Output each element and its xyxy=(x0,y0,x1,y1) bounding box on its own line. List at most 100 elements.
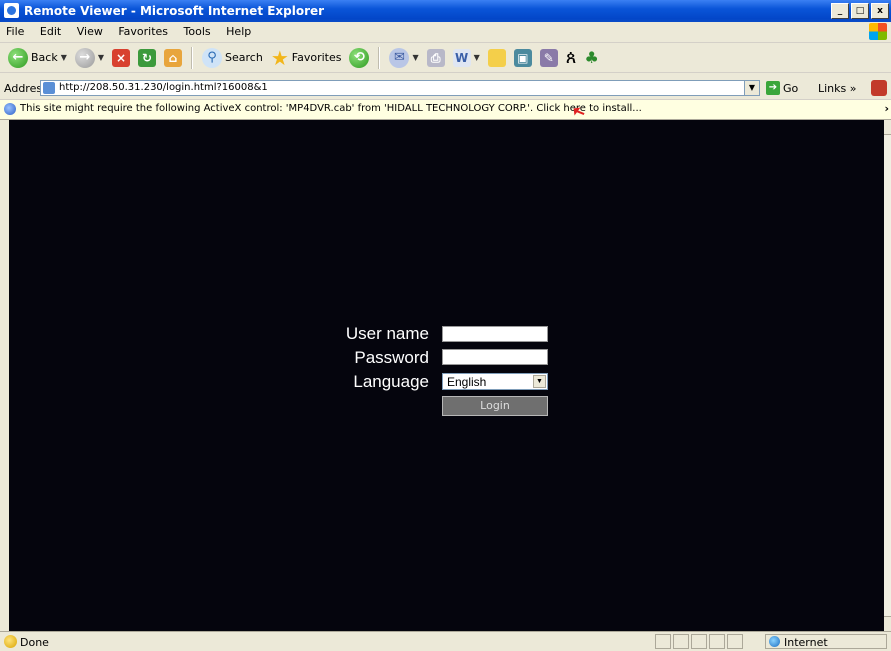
history-button[interactable]: ⟲ xyxy=(347,46,371,70)
menu-edit[interactable]: Edit xyxy=(34,22,67,38)
title-bar: Remote Viewer - Microsoft Internet Explo… xyxy=(0,0,891,22)
minimize-button[interactable]: _ xyxy=(831,3,849,19)
favorites-button[interactable]: ★ Favorites xyxy=(269,46,344,70)
forward-dropdown-icon[interactable]: ▼ xyxy=(98,53,104,62)
toolbar-extension-icon[interactable] xyxy=(871,80,887,96)
print-button[interactable]: ⎙ xyxy=(425,46,447,70)
status-pane xyxy=(673,634,689,649)
menu-bar: File Edit View Favorites Tools Help xyxy=(0,22,891,43)
messenger-button[interactable]: ጰ xyxy=(564,46,579,70)
refresh-icon: ↻ xyxy=(138,48,157,67)
language-select[interactable]: English ▼ xyxy=(442,373,548,390)
toolbar-separator xyxy=(378,46,381,69)
status-bar: Done Internet xyxy=(0,631,891,651)
back-arrow-icon: ← xyxy=(8,47,28,68)
maximize-button[interactable]: □ xyxy=(851,3,869,19)
menu-help[interactable]: Help xyxy=(220,22,257,38)
search-label: Search xyxy=(225,51,263,64)
search-icon: ⚲ xyxy=(202,47,223,68)
research-icon: ▣ xyxy=(513,48,532,67)
status-pane xyxy=(727,634,743,649)
zone-label: Internet xyxy=(784,636,828,649)
back-dropdown-icon[interactable]: ▼ xyxy=(61,53,67,62)
window-left-border xyxy=(0,120,9,631)
favorites-label: Favorites xyxy=(291,51,342,64)
printer-icon: ⎙ xyxy=(426,48,445,67)
activex-warning-message: This site might require the following Ac… xyxy=(20,103,642,114)
windows-logo-icon xyxy=(869,23,887,40)
vertical-scrollbar[interactable] xyxy=(884,120,891,631)
username-label: User name xyxy=(345,324,429,343)
go-label: Go xyxy=(783,81,799,95)
shield-icon xyxy=(4,103,16,115)
status-pane xyxy=(655,634,671,649)
links-label: Links xyxy=(818,82,847,95)
stop-button[interactable]: × xyxy=(110,46,132,70)
edit-button[interactable]: W ▼ xyxy=(451,46,482,70)
scroll-up-icon[interactable] xyxy=(884,120,891,135)
refresh-button[interactable]: ↻ xyxy=(136,46,158,70)
ie-logo-icon xyxy=(4,3,19,18)
chevron-down-icon: ▼ xyxy=(533,375,546,388)
folder-button[interactable] xyxy=(486,46,508,70)
address-input[interactable]: http://208.50.31.230/login.html?16008&1 … xyxy=(40,80,760,96)
history-icon: ⟲ xyxy=(349,47,370,68)
star-icon: ★ xyxy=(270,45,289,70)
language-value: English xyxy=(447,375,487,389)
discuss-icon: ✎ xyxy=(539,48,558,67)
home-icon: ⌂ xyxy=(164,48,183,67)
scroll-down-icon[interactable] xyxy=(884,616,891,631)
msn-buddies-icon: ♣ xyxy=(584,48,599,67)
stop-icon: × xyxy=(112,48,131,67)
address-bar: Address http://208.50.31.230/login.html?… xyxy=(0,79,891,100)
forward-button[interactable]: → ▼ xyxy=(73,46,106,70)
discuss-button[interactable]: ✎ xyxy=(538,46,560,70)
go-button[interactable]: ➔ Go xyxy=(766,81,798,95)
security-zone: Internet xyxy=(765,634,887,649)
mail-icon: ✉ xyxy=(389,47,410,68)
page-content: User name Password Language English ▼ Lo… xyxy=(9,120,884,631)
mail-dropdown-icon[interactable]: ▼ xyxy=(412,53,418,62)
menu-view[interactable]: View xyxy=(71,22,109,38)
menu-tools[interactable]: Tools xyxy=(178,22,217,38)
page-status-icon xyxy=(4,635,17,648)
search-button[interactable]: ⚲ Search xyxy=(200,46,265,70)
language-label: Language xyxy=(353,372,429,391)
menu-favorites[interactable]: Favorites xyxy=(112,22,174,38)
folder-icon xyxy=(487,48,506,67)
status-pane xyxy=(709,634,725,649)
home-button[interactable]: ⌂ xyxy=(162,46,184,70)
close-button[interactable]: x xyxy=(871,3,889,19)
go-arrow-icon: ➔ xyxy=(766,81,780,95)
password-label: Password xyxy=(354,348,429,367)
status-pane xyxy=(691,634,707,649)
edit-dropdown-icon[interactable]: ▼ xyxy=(474,53,480,62)
address-dropdown-icon[interactable]: ▼ xyxy=(744,81,759,95)
login-button[interactable]: Login xyxy=(442,396,548,416)
forward-arrow-icon: → xyxy=(74,47,95,68)
page-icon xyxy=(43,82,55,94)
infobar-close-icon[interactable]: › xyxy=(884,102,889,115)
mail-button[interactable]: ✉ ▼ xyxy=(387,46,420,70)
globe-icon xyxy=(769,636,780,647)
information-bar[interactable]: This site might require the following Ac… xyxy=(0,100,891,120)
status-panes xyxy=(655,634,743,649)
back-button[interactable]: ← Back ▼ xyxy=(6,46,69,70)
window-title: Remote Viewer - Microsoft Internet Explo… xyxy=(24,4,325,18)
address-url: http://208.50.31.230/login.html?16008&1 xyxy=(59,82,268,93)
research-button[interactable]: ▣ xyxy=(512,46,534,70)
menu-file[interactable]: File xyxy=(0,22,30,38)
msn-button[interactable]: ♣ xyxy=(583,46,601,70)
status-text: Done xyxy=(20,636,49,649)
messenger-icon: ጰ xyxy=(565,47,577,68)
back-label: Back xyxy=(31,51,58,64)
word-icon: W xyxy=(452,48,471,67)
login-form: User name Password Language English ▼ Lo… xyxy=(9,120,884,631)
mouse-cursor-icon xyxy=(573,107,582,116)
toolbar-separator xyxy=(191,46,194,69)
password-input[interactable] xyxy=(442,349,548,365)
links-button[interactable]: Links » xyxy=(818,82,857,95)
username-input[interactable] xyxy=(442,326,548,342)
window-controls: _ □ x xyxy=(831,3,889,19)
standard-toolbar: ← Back ▼ → ▼ × ↻ ⌂ ⚲ Search ★ Favorites … xyxy=(0,43,891,73)
